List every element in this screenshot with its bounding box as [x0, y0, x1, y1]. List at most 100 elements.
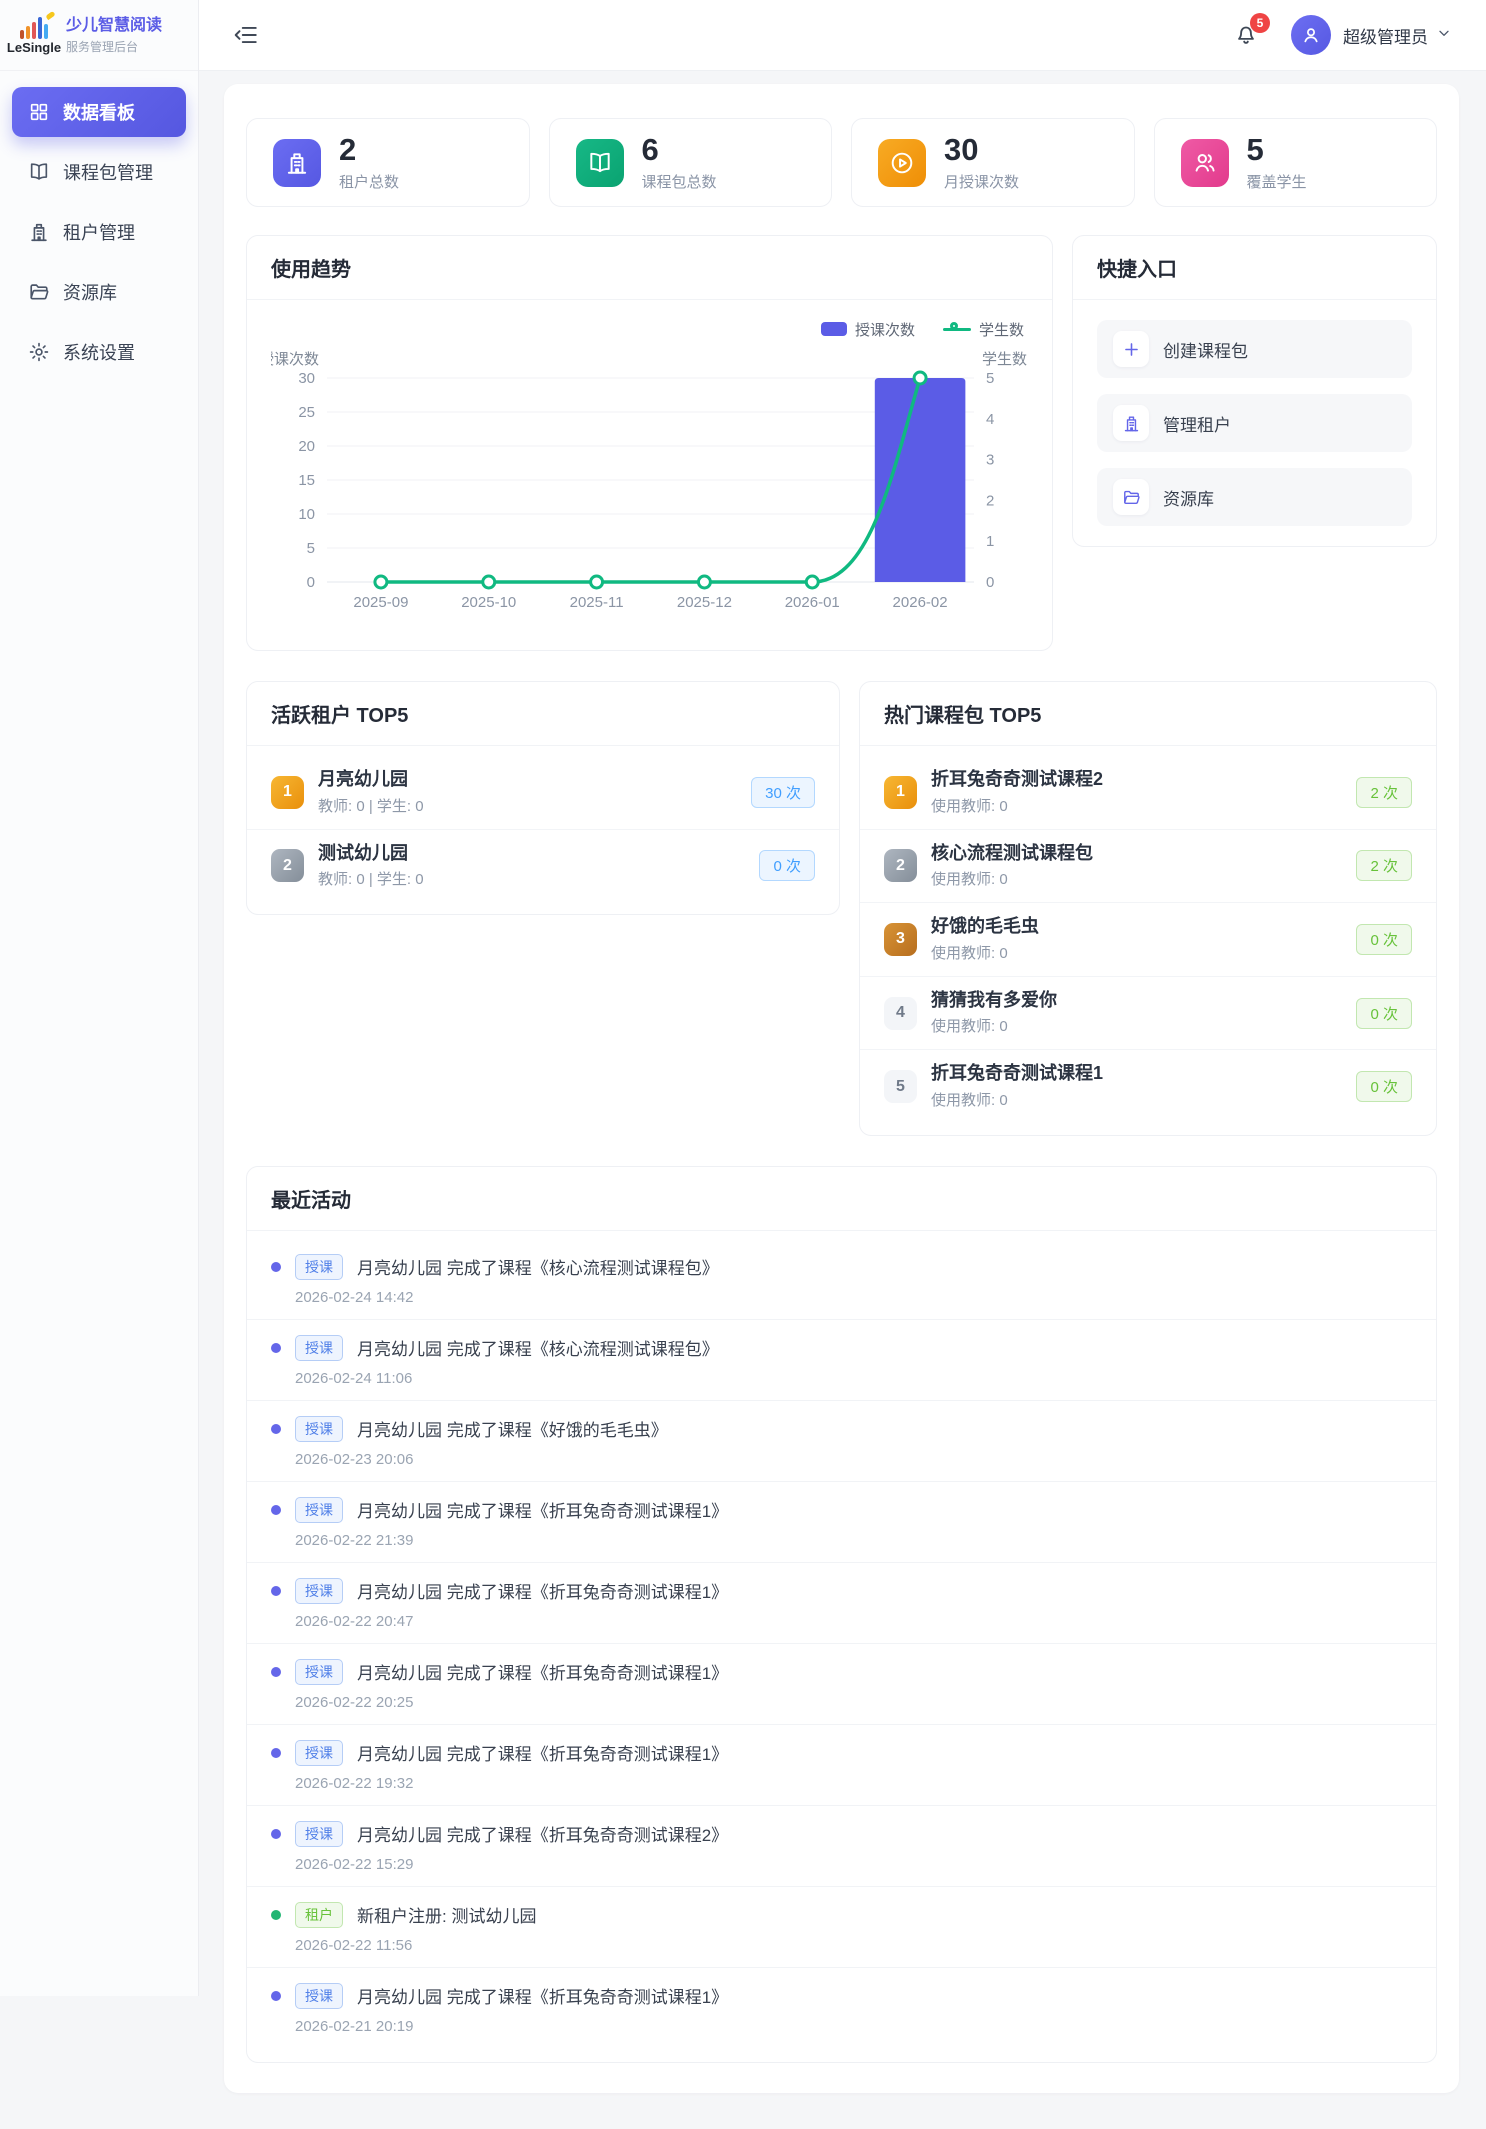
activity-item: 授课 月亮幼儿园 完成了课程《折耳兔奇奇测试课程1》 2026-02-22 19…	[247, 1725, 1436, 1806]
activity-time: 2026-02-22 20:47	[295, 1613, 1412, 1630]
quick-link-create-course[interactable]: 创建课程包	[1097, 320, 1412, 378]
book-icon	[28, 161, 50, 183]
legend-item-bar[interactable]: 授课次数	[821, 319, 915, 340]
activity-dot	[271, 1586, 281, 1596]
activity-dot	[271, 1424, 281, 1434]
quick-link-label: 创建课程包	[1163, 337, 1248, 362]
svg-text:授课次数: 授课次数	[271, 351, 319, 368]
activity-item: 授课 月亮幼儿园 完成了课程《核心流程测试课程包》 2026-02-24 14:…	[247, 1239, 1436, 1320]
rank-badge: 3	[884, 923, 917, 956]
activity-item: 授课 月亮幼儿园 完成了课程《折耳兔奇奇测试课程1》 2026-02-22 21…	[247, 1482, 1436, 1563]
activity-item: 授课 月亮幼儿园 完成了课程《核心流程测试课程包》 2026-02-24 11:…	[247, 1320, 1436, 1401]
rank-badge: 4	[884, 997, 917, 1030]
activity-message: 月亮幼儿园 完成了课程《核心流程测试课程包》	[357, 1254, 719, 1279]
book-icon	[576, 139, 624, 187]
row-top-lists: 活跃租户 TOP5 1 月亮幼儿园 教师: 0 | 学生: 0 30 次	[246, 681, 1437, 1136]
use-count-badge: 0 次	[1356, 998, 1412, 1029]
svg-text:0: 0	[986, 574, 994, 591]
stat-label: 月授课次数	[944, 171, 1019, 192]
notifications-button[interactable]: 5	[1233, 21, 1261, 49]
topbar: 5 超级管理员	[199, 0, 1486, 71]
sidebar-item-resources[interactable]: 资源库	[12, 267, 186, 317]
logo-leaf-icon	[45, 10, 55, 19]
tenant-meta: 教师: 0 | 学生: 0	[318, 795, 424, 816]
sidebar-collapse-button[interactable]	[233, 22, 259, 48]
usage-trend-title: 使用趋势	[247, 236, 1052, 300]
gear-icon	[28, 341, 50, 363]
stat-value: 6	[642, 133, 717, 167]
use-count-badge: 2 次	[1356, 850, 1412, 881]
chevron-down-icon	[1436, 25, 1452, 41]
activity-message: 月亮幼儿园 完成了课程《折耳兔奇奇测试课程1》	[357, 1659, 728, 1684]
activity-time: 2026-02-24 14:42	[295, 1289, 1412, 1306]
svg-text:5: 5	[307, 540, 315, 557]
legend-line-swatch	[943, 322, 971, 336]
stat-label: 覆盖学生	[1247, 171, 1307, 192]
activity-message: 月亮幼儿园 完成了课程《折耳兔奇奇测试课程1》	[357, 1740, 728, 1765]
tenant-row: 1 月亮幼儿园 教师: 0 | 学生: 0 30 次	[247, 756, 839, 830]
user-name[interactable]: 超级管理员	[1343, 23, 1428, 48]
recent-activity-title: 最近活动	[247, 1167, 1436, 1231]
tenant-name: 月亮幼儿园	[318, 769, 424, 791]
rank-badge: 2	[271, 849, 304, 882]
folder-icon	[1113, 479, 1149, 515]
svg-text:3: 3	[986, 452, 994, 469]
trend-chart-svg: 051015202530012345授课次数学生数2025-092025-102…	[271, 344, 1030, 629]
svg-text:2026-02: 2026-02	[893, 594, 948, 611]
sidebar-item-label: 数据看板	[63, 99, 135, 125]
svg-text:2025-12: 2025-12	[677, 594, 732, 611]
sidebar-item-label: 资源库	[63, 279, 117, 305]
lesson-count-badge: 30 次	[751, 777, 815, 808]
activity-time: 2026-02-22 19:32	[295, 1775, 1412, 1792]
lesingle-logo: LeSingle	[12, 16, 56, 55]
quick-link-manage-tenants[interactable]: 管理租户	[1097, 394, 1412, 452]
activity-message: 月亮幼儿园 完成了课程《折耳兔奇奇测试课程1》	[357, 1497, 728, 1522]
course-name: 好饿的毛毛虫	[931, 916, 1039, 938]
course-row: 5 折耳兔奇奇测试课程1 使用教师: 0 0 次	[860, 1050, 1436, 1123]
stat-label: 课程包总数	[642, 171, 717, 192]
activity-time: 2026-02-21 20:19	[295, 2018, 1412, 2035]
course-meta: 使用教师: 0	[931, 868, 1093, 889]
activity-dot	[271, 1748, 281, 1758]
course-row: 2 核心流程测试课程包 使用教师: 0 2 次	[860, 830, 1436, 904]
activity-message: 月亮幼儿园 完成了课程《好饿的毛毛虫》	[357, 1416, 668, 1441]
brand-subtitle: 服务管理后台	[66, 38, 162, 55]
activity-dot	[271, 1829, 281, 1839]
avatar[interactable]	[1291, 15, 1331, 55]
sidebar: LeSingle 少儿智慧阅读 服务管理后台 数据看板 课程包管理 租户管理	[0, 0, 199, 1996]
activity-message: 月亮幼儿园 完成了课程《折耳兔奇奇测试课程2》	[357, 1821, 728, 1846]
svg-text:15: 15	[298, 472, 315, 489]
sidebar-item-settings[interactable]: 系统设置	[12, 327, 186, 377]
svg-text:学生数: 学生数	[982, 351, 1027, 368]
activity-tag: 授课	[295, 1821, 343, 1847]
activity-dot	[271, 1262, 281, 1272]
plus-icon	[1113, 331, 1149, 367]
svg-text:5: 5	[986, 370, 994, 387]
course-row: 3 好饿的毛毛虫 使用教师: 0 0 次	[860, 903, 1436, 977]
activity-tag: 授课	[295, 1740, 343, 1766]
activity-time: 2026-02-22 11:56	[295, 1937, 1412, 1954]
activity-message: 新租户注册: 测试幼儿园	[357, 1902, 536, 1927]
hot-courses-card: 热门课程包 TOP5 1 折耳兔奇奇测试课程2 使用教师: 0 2 次	[859, 681, 1437, 1136]
svg-text:30: 30	[298, 370, 315, 387]
quick-link-resources[interactable]: 资源库	[1097, 468, 1412, 526]
rank-badge: 2	[884, 849, 917, 882]
sidebar-item-course-packages[interactable]: 课程包管理	[12, 147, 186, 197]
usage-trend-card: 使用趋势 授课次数学生数 051015202530012345授课次数学生数20…	[246, 235, 1053, 651]
sidebar-item-label: 系统设置	[63, 339, 135, 365]
use-count-badge: 0 次	[1356, 1071, 1412, 1102]
tenant-meta: 教师: 0 | 学生: 0	[318, 868, 424, 889]
user-menu-toggle[interactable]	[1436, 25, 1452, 46]
course-name: 折耳兔奇奇测试课程1	[931, 1063, 1103, 1085]
sidebar-item-dashboard[interactable]: 数据看板	[12, 87, 186, 137]
svg-text:20: 20	[298, 438, 315, 455]
building-icon	[1113, 405, 1149, 441]
notification-badge: 5	[1250, 13, 1270, 33]
activity-tag: 授课	[295, 1335, 343, 1361]
sidebar-item-tenants[interactable]: 租户管理	[12, 207, 186, 257]
stat-card-students: 5 覆盖学生	[1154, 118, 1438, 207]
legend-item-line[interactable]: 学生数	[943, 319, 1024, 340]
activity-dot	[271, 1910, 281, 1920]
stat-value: 30	[944, 133, 1019, 167]
course-meta: 使用教师: 0	[931, 795, 1103, 816]
